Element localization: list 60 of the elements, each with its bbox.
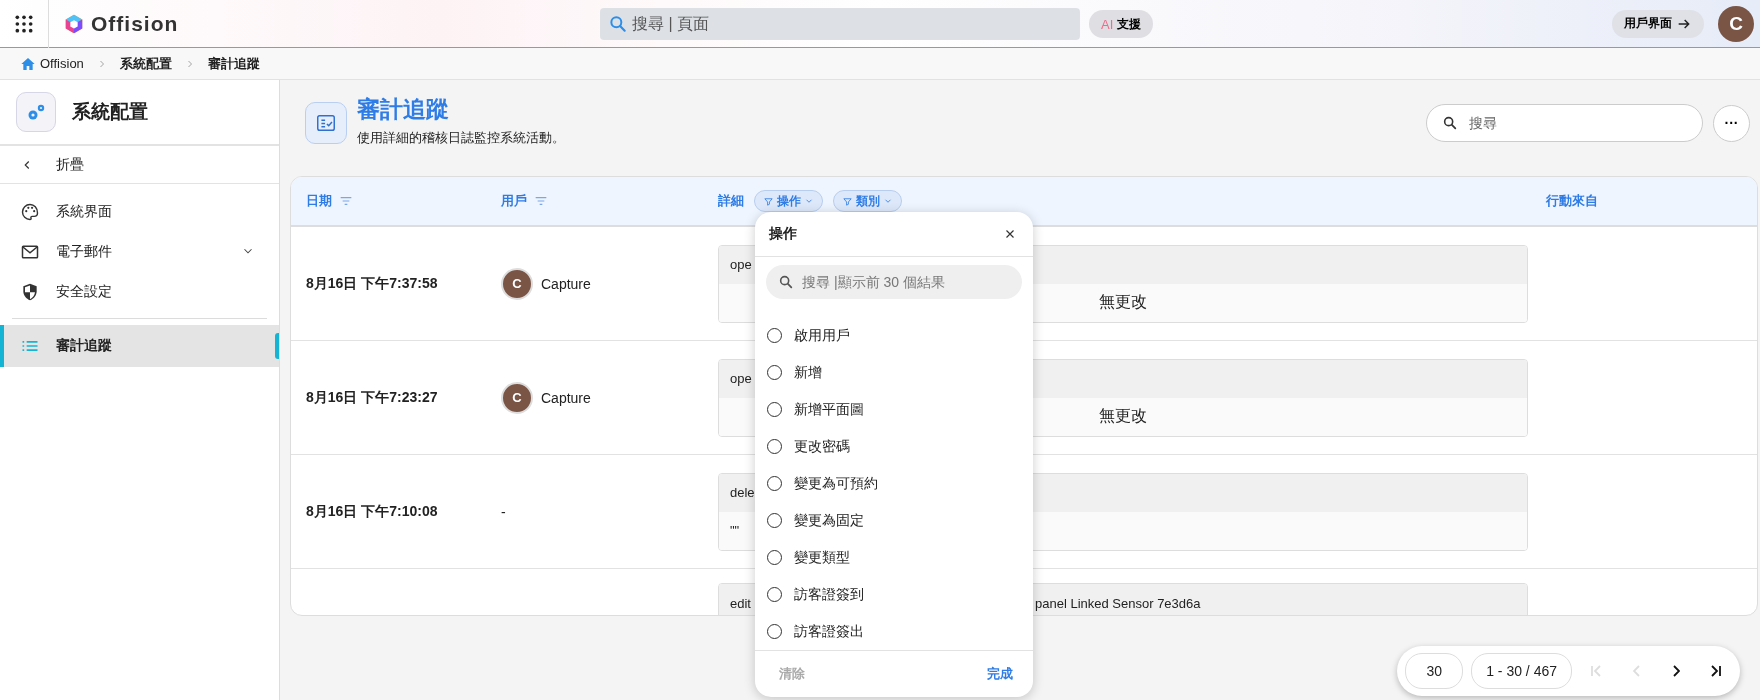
page-size-select[interactable]: 30 <box>1405 653 1464 689</box>
ai-support-button[interactable]: AI 支援 <box>1089 10 1154 38</box>
option-item[interactable]: 訪客證簽出 <box>755 613 1033 650</box>
page-range: 1 - 30 / 467 <box>1471 653 1572 689</box>
user-name: Capture <box>541 275 591 292</box>
sidebar-item[interactable]: 系統界面 <box>0 192 279 232</box>
column-header[interactable]: 行動來自 <box>1546 192 1598 210</box>
search-field[interactable]: 搜尋 <box>1426 104 1703 142</box>
option-item[interactable]: 啟用用戶 <box>755 317 1033 354</box>
option-item[interactable]: 變更類型 <box>755 539 1033 576</box>
palette-icon <box>20 202 40 222</box>
option-item[interactable]: 新增 <box>755 354 1033 391</box>
done-button[interactable]: 完成 <box>981 664 1019 684</box>
user-avatar: C <box>501 381 533 414</box>
sidebar-item[interactable]: 審計追蹤 <box>0 325 279 367</box>
detail-value: "" <box>730 523 740 538</box>
page-title: 審計追蹤 <box>357 94 450 124</box>
detail-summary: dele <box>730 485 755 500</box>
option-item[interactable]: 新增平面圖 <box>755 391 1033 428</box>
user-avatar[interactable]: C <box>1718 5 1754 42</box>
date-cell: 8月16日 下午7:37:58 <box>306 274 438 291</box>
popup-search-field[interactable]: 搜尋 |顯示前 30 個結果 <box>766 265 1022 299</box>
sidebar-item[interactable]: 安全設定 <box>0 272 279 312</box>
breadcrumb-link[interactable]: 系統配置 <box>119 54 172 73</box>
home-icon <box>20 55 36 72</box>
apps-grid-icon <box>14 13 34 34</box>
option-item[interactable]: 更改密碼 <box>755 428 1033 465</box>
breadcrumb-link[interactable]: 審計追蹤 <box>207 54 260 73</box>
detail-summary: ope <box>730 371 752 386</box>
sidebar-title: 系統配置 <box>72 100 148 124</box>
date-cell: 8月16日 下午7:10:08 <box>306 502 438 519</box>
sidebar-item[interactable]: 電子郵件 <box>0 232 279 272</box>
date-cell: 8月16日 下午7:23:27 <box>306 388 438 405</box>
checklist-icon <box>305 102 347 144</box>
detail-summary: edit <box>730 595 751 611</box>
brand-name: Offision <box>91 11 179 36</box>
user-name: - <box>501 503 506 520</box>
gears-icon <box>16 92 56 132</box>
user-avatar: C <box>501 267 533 300</box>
option-item[interactable]: 訪客證簽到 <box>755 576 1033 613</box>
column-header[interactable]: 詳細 <box>718 192 744 210</box>
no-change-text: 無更改 <box>1099 406 1147 426</box>
more-button[interactable]: ··· <box>1713 104 1750 142</box>
popup-title: 操作 <box>769 225 797 243</box>
breadcrumb-link[interactable]: Offision <box>40 56 84 71</box>
user-view-button[interactable]: 用戶界面 <box>1612 9 1704 38</box>
no-change-text: 無更改 <box>1099 292 1147 312</box>
column-header[interactable]: 用戶 <box>501 192 527 210</box>
column-header[interactable]: 日期 <box>306 192 332 210</box>
user-name: Capture <box>541 389 591 406</box>
detail-summary: panel Linked Sensor 7e3d6a <box>1035 595 1201 611</box>
shield-icon <box>20 282 40 302</box>
filter-icon <box>842 195 853 207</box>
page-subtitle: 使用詳細的稽核日誌監控系統活動。 <box>357 128 565 147</box>
envelope-icon <box>20 242 40 262</box>
option-item[interactable]: 變更為固定 <box>755 502 1033 539</box>
detail-summary: ope <box>730 257 752 272</box>
option-item[interactable]: 變更為可預約 <box>755 465 1033 502</box>
global-search-field[interactable]: 搜尋 | 頁面 <box>600 8 1080 40</box>
filter-icon <box>763 195 774 207</box>
